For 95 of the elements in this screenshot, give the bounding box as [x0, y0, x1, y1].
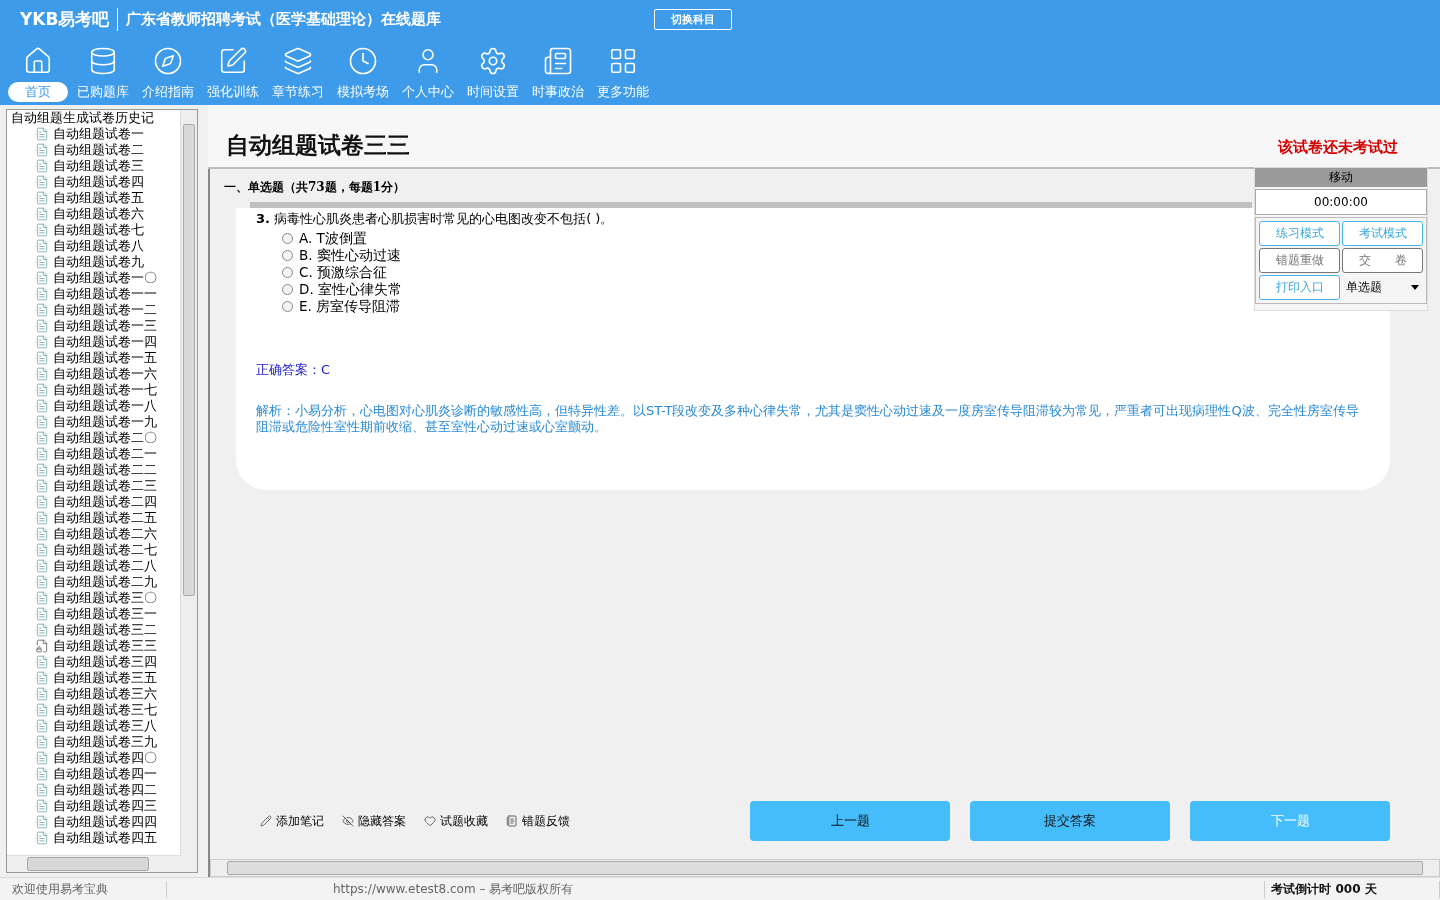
tree-item[interactable]: 自动组题试卷一九	[53, 413, 157, 431]
app-title: 广东省教师招聘考试（医学基础理论）在线题库	[126, 9, 442, 29]
tree-item[interactable]: 自动组题试卷三三	[53, 637, 157, 655]
tree-item[interactable]: 自动组题试卷二五	[53, 509, 157, 527]
edit-icon[interactable]	[218, 46, 248, 76]
database-icon[interactable]	[88, 46, 118, 76]
home-icon[interactable]	[23, 46, 53, 76]
tree-item[interactable]: 自动组题试卷三四	[53, 653, 157, 671]
tree-item[interactable]: 自动组题试卷四一	[53, 765, 157, 783]
tree-item[interactable]: 自动组题试卷二三	[53, 477, 157, 495]
option-text[interactable]: B. 窦性心动过速	[299, 246, 401, 265]
radio-button[interactable]	[282, 284, 293, 295]
pencil-icon[interactable]	[260, 815, 272, 827]
radio-button[interactable]	[282, 250, 293, 261]
tree-item[interactable]: 自动组题试卷三〇	[53, 589, 157, 607]
tree-item[interactable]: 自动组题试卷二九	[53, 573, 157, 591]
tree-item[interactable]: 自动组题试卷九	[53, 253, 144, 271]
tool-link[interactable]: 添加笔记	[276, 812, 324, 830]
heart-icon[interactable]	[424, 815, 436, 827]
tree-item[interactable]: 自动组题试卷二二	[53, 461, 157, 479]
tree-item[interactable]: 自动组题试卷一五	[53, 349, 157, 367]
scrollbar-thumb[interactable]	[27, 857, 149, 871]
tree-item[interactable]: 自动组题试卷二四	[53, 493, 157, 511]
timer: 00:00:00	[1255, 189, 1427, 215]
option-text[interactable]: E. 房室传导阻滞	[299, 297, 401, 316]
tree-item[interactable]: 自动组题试卷三	[53, 157, 144, 175]
tree-item[interactable]: 自动组题试卷四	[53, 173, 144, 191]
tree-item[interactable]: 自动组题试卷二七	[53, 541, 157, 559]
tree-item[interactable]: 自动组题试卷一四	[53, 333, 157, 351]
hidden-eye-icon[interactable]	[342, 815, 354, 827]
compass-icon[interactable]	[153, 46, 183, 76]
type-select[interactable]: 单选题	[1342, 275, 1423, 300]
option-text[interactable]: C. 预激综合征	[299, 263, 387, 282]
tree-item[interactable]: 自动组题试卷一六	[53, 365, 157, 383]
paper-status: 该试卷还未考试过	[1278, 138, 1398, 157]
tree-item[interactable]: 自动组题试卷二八	[53, 557, 157, 575]
question-text: 3. 病毒性心肌炎患者心肌损害时常见的心电图改变不包括( )。	[256, 210, 615, 228]
nav-button[interactable]: 提交答案	[970, 801, 1170, 841]
correct-answer: 正确答案：C	[256, 361, 332, 379]
notebook-icon[interactable]	[506, 815, 518, 827]
tree-item[interactable]: 自动组题试卷五	[53, 189, 144, 207]
panel-button[interactable]: 错题重做	[1259, 248, 1340, 273]
tree-item[interactable]: 自动组题试卷三五	[53, 669, 157, 687]
tree-item[interactable]: 自动组题试卷四二	[53, 781, 157, 799]
tree-item[interactable]: 自动组题试卷二〇	[53, 429, 157, 447]
tree-item[interactable]: 自动组题试卷七	[53, 221, 144, 239]
tree-item[interactable]: 自动组题试卷三八	[53, 717, 157, 735]
analysis-text: 解析：小易分析，心电图对心肌炎诊断的敏感性高，但特异性差。以ST-T段改变及多种心律失常，尤其是窦性心动过速及一度房室传导阻滞较为常见，严重者可出现病理性Q波、完全性房室传导阻滞或危险性室性期前收缩、甚至室性心动过速或心室颤动。	[256, 403, 1360, 435]
panel-button[interactable]: 交 卷	[1342, 248, 1423, 273]
paper-title: 自动组题试卷三三	[226, 131, 410, 160]
tree-item[interactable]: 自动组题试卷一二	[53, 301, 157, 319]
option-text[interactable]: A. T波倒置	[299, 229, 367, 248]
tree-item[interactable]: 自动组题试卷一一	[53, 285, 157, 303]
tree-item[interactable]: 自动组题试卷一〇	[53, 269, 157, 287]
radio-button[interactable]	[282, 267, 293, 278]
tree-item[interactable]: 自动组题试卷三七	[53, 701, 157, 719]
tree-item[interactable]: 自动组题试卷二六	[53, 525, 157, 543]
settings-icon[interactable]	[478, 46, 508, 76]
scrollbar-thumb[interactable]	[183, 124, 195, 596]
tree-item[interactable]: 自动组题试卷一三	[53, 317, 157, 335]
scrollbar-thumb[interactable]	[227, 861, 1423, 875]
tree-item[interactable]: 自动组题试卷四四	[53, 813, 157, 831]
nav-button[interactable]: 上一题	[750, 801, 950, 841]
layers-icon[interactable]	[283, 46, 313, 76]
grid-icon[interactable]	[608, 46, 638, 76]
tree-root[interactable]: 自动组题生成试卷历史记	[11, 110, 154, 127]
caret-icon[interactable]	[1411, 285, 1419, 290]
clock-icon[interactable]	[348, 46, 378, 76]
countdown-text: 考试倒计时 000 天	[1265, 880, 1440, 898]
brand-logo: YKB易考吧	[20, 7, 119, 31]
tree-item[interactable]: 自动组题试卷一七	[53, 381, 157, 399]
welcome-text: 欢迎使用易考宝典	[0, 880, 167, 898]
tree-item[interactable]: 自动组题试卷三一	[53, 605, 157, 623]
tree-item[interactable]: 自动组题试卷二一	[53, 445, 157, 463]
tool-link[interactable]: 隐藏答案	[358, 812, 406, 830]
tree-item[interactable]: 自动组题试卷二	[53, 141, 144, 159]
tree-item[interactable]: 自动组题试卷三九	[53, 733, 157, 751]
tool-link[interactable]: 错题反馈	[522, 812, 570, 830]
panel-title[interactable]: 移动	[1255, 168, 1427, 187]
tree-item[interactable]: 自动组题试卷四五	[53, 829, 157, 847]
tree-item[interactable]: 自动组题试卷一	[53, 125, 144, 143]
section-heading: 一、单选题（共73题，每题1分）	[224, 179, 406, 196]
newspaper-icon[interactable]	[543, 46, 573, 76]
tree-item[interactable]: 自动组题试卷一八	[53, 397, 157, 415]
radio-button[interactable]	[282, 233, 293, 244]
tree-item[interactable]: 自动组题试卷三二	[53, 621, 157, 639]
tree-item[interactable]: 自动组题试卷四〇	[53, 749, 157, 767]
tree-item[interactable]: 自动组题试卷四三	[53, 797, 157, 815]
radio-button[interactable]	[282, 301, 293, 312]
tree-item[interactable]: 自动组题试卷六	[53, 205, 144, 223]
tree-item[interactable]: 自动组题试卷三六	[53, 685, 157, 703]
tool-link[interactable]: 试题收藏	[440, 812, 488, 830]
copyright-text: https://www.etest8.com – 易考吧版权所有	[216, 880, 1266, 898]
tree-item[interactable]: 自动组题试卷八	[53, 237, 144, 255]
option-text[interactable]: D. 室性心律失常	[299, 280, 402, 299]
